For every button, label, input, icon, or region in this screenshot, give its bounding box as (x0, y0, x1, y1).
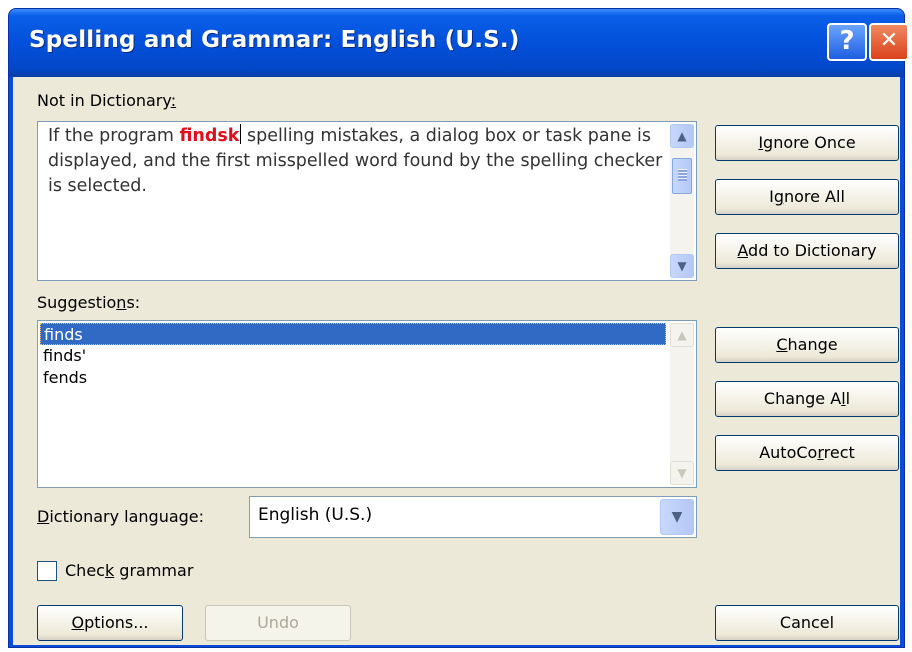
check-grammar-label[interactable]: Check grammar (65, 561, 193, 580)
ignore-once-button[interactable]: Ignore Once (715, 125, 899, 161)
arrow-up-icon: ▲ (677, 129, 687, 143)
text-scrollbar[interactable]: ▲ ▼ (670, 124, 694, 278)
scroll-down-button[interactable]: ▼ (670, 254, 694, 278)
suggestion-item[interactable]: finds' (40, 345, 86, 367)
arrow-down-icon: ▼ (677, 466, 687, 480)
arrow-up-icon: ▲ (677, 328, 687, 342)
suggestions-label: Suggestions: (37, 293, 141, 312)
not-in-dictionary-label: Not in Dictionary: (37, 91, 177, 110)
scroll-up-button[interactable]: ▲ (670, 124, 694, 148)
close-button[interactable]: ✕ (869, 23, 909, 61)
dictionary-language-label: Dictionary language: (37, 507, 205, 526)
dictionary-language-value: English (U.S.) (258, 505, 373, 525)
sentence-text: If the program findsk spelling mistakes,… (48, 124, 663, 196)
suggestion-item[interactable]: fends (40, 367, 87, 389)
suggestions-scrollbar: ▲ ▼ (670, 323, 694, 485)
change-button[interactable]: Change (715, 327, 899, 363)
not-in-dictionary-text[interactable]: If the program findsk spelling mistakes,… (37, 121, 697, 281)
check-grammar-checkbox[interactable] (37, 561, 57, 581)
scroll-down-button: ▼ (670, 461, 694, 485)
misspelled-word: findsk (179, 126, 240, 146)
suggestion-item[interactable]: finds (40, 323, 666, 345)
autocorrect-button[interactable]: AutoCorrect (715, 435, 899, 471)
options-button[interactable]: Options... (37, 605, 183, 641)
help-icon: ? (839, 26, 855, 56)
arrow-down-icon: ▼ (677, 259, 687, 273)
dropdown-button[interactable]: ▼ (660, 499, 694, 535)
scroll-up-button: ▲ (670, 323, 694, 347)
dialog-title: Spelling and Grammar: English (U.S.) (29, 27, 520, 53)
change-all-button[interactable]: Change All (715, 381, 899, 417)
undo-button: Undo (205, 605, 351, 641)
scroll-thumb[interactable] (672, 158, 692, 194)
suggestions-list[interactable]: finds finds' fends ▲ ▼ (37, 320, 697, 488)
close-icon: ✕ (879, 28, 899, 53)
title-bar[interactable]: Spelling and Grammar: English (U.S.) ? ✕ (9, 9, 909, 77)
dictionary-language-select[interactable]: English (U.S.) ▼ (249, 496, 697, 538)
dialog-window: Spelling and Grammar: English (U.S.) ? ✕… (8, 8, 909, 648)
cancel-button[interactable]: Cancel (715, 605, 899, 641)
ignore-all-button[interactable]: Ignore All (715, 179, 899, 215)
add-to-dictionary-button[interactable]: Add to Dictionary (715, 233, 899, 269)
help-button[interactable]: ? (827, 23, 867, 61)
dialog-body: Not in Dictionary: If the program findsk… (13, 77, 900, 645)
chevron-down-icon: ▼ (671, 509, 683, 525)
